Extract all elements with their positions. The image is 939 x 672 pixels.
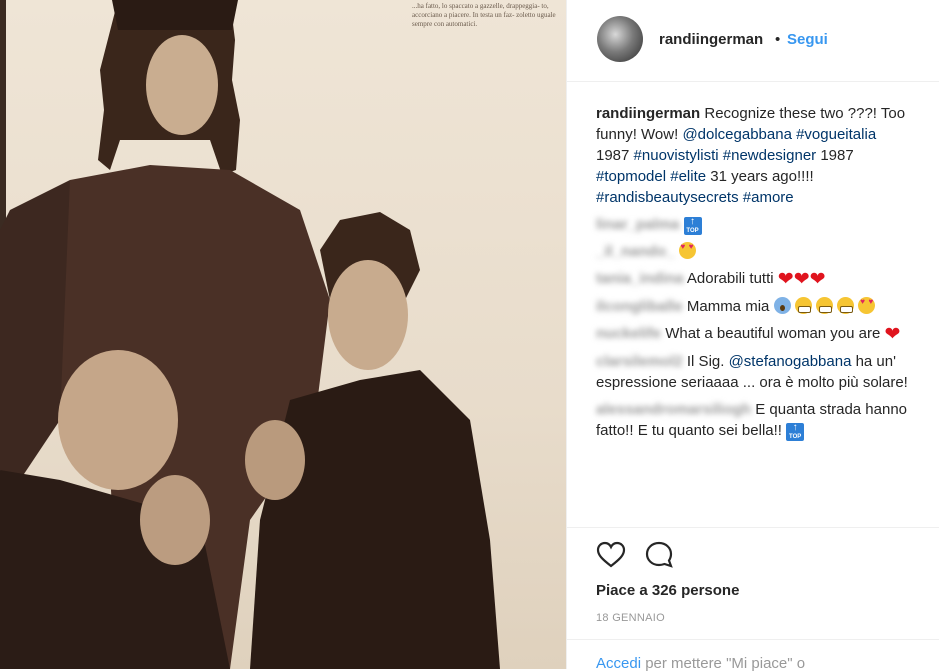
- hashtag-topmodel[interactable]: #topmodel: [596, 168, 666, 185]
- caption-year-2: 1987: [820, 147, 854, 164]
- avatar[interactable]: [597, 16, 643, 62]
- comment-username[interactable]: linar_palma: [596, 214, 679, 235]
- comment-username[interactable]: _il_nando_: [596, 241, 674, 262]
- comment-username[interactable]: nuckelife: [596, 323, 661, 344]
- login-text: Accedi per mettere "Mi piace" o: [596, 655, 805, 672]
- comment-item: ilcongliballe Mamma mia: [596, 296, 936, 317]
- instagram-post: ...ha fatto, lo spaccato a gazzelle, dra…: [0, 0, 939, 672]
- red-heart-icon: ❤: [777, 269, 794, 290]
- comment-username[interactable]: ilcongliballe: [596, 296, 683, 317]
- scream-emoji-icon: [773, 297, 791, 314]
- comment-item: alessandromarsiliogh E quanta strada han…: [596, 399, 936, 441]
- red-heart-icon: ❤: [884, 324, 901, 345]
- top-emoji-icon: ↑ TOP: [683, 217, 702, 235]
- hashtag-newdesigner[interactable]: #newdesigner: [723, 147, 816, 164]
- post-header: randiingerman • Segui: [567, 0, 939, 82]
- comment-username[interactable]: alessandromarsiliogh: [596, 399, 751, 420]
- red-heart-icon: ❤: [793, 269, 810, 290]
- heart-eyes-emoji-icon: [858, 297, 876, 314]
- top-emoji-label: TOP: [789, 434, 802, 440]
- follow-button[interactable]: Segui: [787, 31, 828, 48]
- hashtag-amore[interactable]: #amore: [743, 189, 794, 206]
- comment-item: nuckelife What a beautiful woman you are…: [596, 323, 936, 345]
- likes-count[interactable]: Piace a 326 persone: [596, 582, 739, 599]
- caption-year-1: 1987: [596, 147, 630, 164]
- comment-item: linar_palma ↑ TOP: [596, 214, 936, 235]
- post-caption: randiingerman Recognize these two ???! T…: [596, 103, 936, 208]
- comment-text: Adorabili tutti: [686, 270, 774, 287]
- login-suffix: per mettere "Mi piace" o: [645, 655, 806, 672]
- comments-list: randiingerman Recognize these two ???! T…: [596, 103, 936, 447]
- hashtag-randisbeautysecrets[interactable]: #randisbeautysecrets: [596, 189, 739, 206]
- login-link[interactable]: Accedi: [596, 655, 641, 672]
- login-prompt: Accedi per mettere "Mi piace" o: [567, 639, 939, 672]
- post-actions: Piace a 326 persone 18 GENNAIO: [567, 527, 939, 624]
- comment-text: Mamma mia: [686, 298, 770, 315]
- grimace-emoji-icon: [815, 297, 833, 314]
- photo-illustration: [0, 0, 500, 669]
- mention-stefanogabbana[interactable]: @stefanogabbana: [729, 353, 852, 370]
- caption-text-2: 31 years ago!!!!: [710, 168, 814, 185]
- header-separator: •: [775, 31, 781, 48]
- header-username[interactable]: randiingerman: [659, 31, 763, 48]
- hashtag-elite[interactable]: #elite: [670, 168, 706, 185]
- grimace-emoji-icon: [794, 297, 812, 314]
- red-heart-icon: ❤: [809, 269, 826, 290]
- comment-item: tania_indina Adorabili tutti ❤❤❤: [596, 268, 936, 290]
- hashtag-vogueitalia[interactable]: #vogueitalia: [796, 126, 876, 143]
- top-emoji-label: TOP: [686, 228, 699, 234]
- heart-outline-icon[interactable]: [596, 540, 626, 570]
- comment-username[interactable]: tania_indina: [596, 268, 684, 289]
- comment-text: What a beautiful woman you are: [665, 325, 881, 342]
- post-side-panel: randiingerman • Segui randiingerman Reco…: [566, 0, 939, 672]
- comment-item: _il_nando_: [596, 241, 936, 262]
- speech-bubble-icon[interactable]: [644, 540, 674, 570]
- grimace-emoji-icon: [837, 297, 855, 314]
- post-date: 18 GENNAIO: [596, 612, 666, 624]
- heart-eyes-emoji-icon: [678, 242, 696, 259]
- mention-dolcegabbana[interactable]: @dolcegabbana: [682, 126, 791, 143]
- comment-username[interactable]: clarsilemol2: [596, 351, 683, 372]
- hashtag-nuovistylisti[interactable]: #nuovistylisti: [634, 147, 719, 164]
- comment-text: Il Sig.: [686, 353, 725, 370]
- comment-item: clarsilemol2 Il Sig. @stefanogabbana ha …: [596, 351, 936, 393]
- caption-username[interactable]: randiingerman: [596, 105, 700, 122]
- post-photo[interactable]: ...ha fatto, lo spaccato a gazzelle, dra…: [0, 0, 566, 669]
- top-emoji-icon: ↑ TOP: [786, 423, 805, 441]
